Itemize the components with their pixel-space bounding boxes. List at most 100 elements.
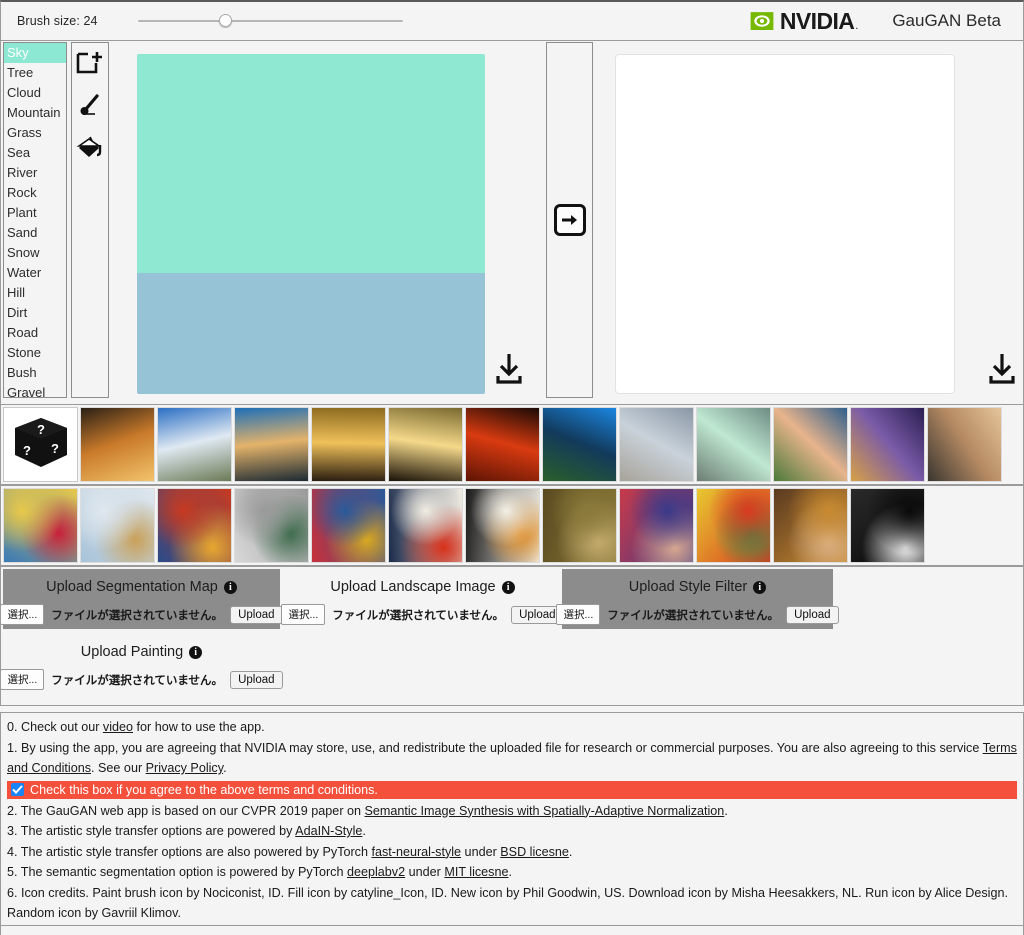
brush-size-slider[interactable]	[137, 11, 403, 31]
terms-line-5-text-c: .	[508, 865, 512, 879]
label-item-mountain[interactable]: Mountain	[4, 103, 66, 123]
terms-line-4-text-b: under	[461, 844, 501, 859]
segmentation-canvas[interactable]	[137, 54, 485, 394]
thumbnail-pink-cumulus-marsh[interactable]	[773, 407, 848, 482]
style-thumbnail-strip[interactable]	[0, 485, 1024, 566]
mit-license-link[interactable]: MIT licesne	[444, 865, 508, 879]
paint-brush-icon[interactable]	[72, 85, 108, 127]
thumbnail-coastal-dusk-teal[interactable]	[234, 407, 309, 482]
upload-segmentation-map-upload-button[interactable]: Upload	[230, 605, 283, 624]
label-item-river[interactable]: River	[4, 163, 66, 183]
output-canvas[interactable]	[615, 54, 955, 394]
random-dice-icon[interactable]: ? ? ?	[3, 407, 78, 482]
label-item-sky[interactable]: Sky	[4, 43, 66, 63]
cvpr-paper-link[interactable]: Semantic Image Synthesis with Spatially-…	[365, 804, 725, 818]
upload-style-filter-choose-file-button[interactable]: 選択...	[556, 604, 601, 625]
segment-sea[interactable]	[137, 273, 485, 394]
thumbnail-sunset-trees-silhouette[interactable]	[80, 407, 155, 482]
thumbnail-blue-fjord-cliff[interactable]	[542, 407, 617, 482]
upload-segmentation-map-title-text: Upload Segmentation Map	[46, 579, 218, 595]
thumbnail-highway-blue-sky-clouds[interactable]	[157, 407, 232, 482]
upload-style-filter-title-text: Upload Style Filter	[628, 579, 748, 595]
label-item-tree[interactable]: Tree	[4, 63, 66, 83]
arrow-right-run-icon[interactable]	[553, 204, 586, 236]
label-item-dirt[interactable]: Dirt	[4, 303, 66, 323]
segmentation-canvas-pane	[129, 42, 541, 400]
bsd-license-link[interactable]: BSD licesne	[500, 845, 569, 859]
label-item-hill[interactable]: Hill	[4, 283, 66, 303]
app-title: GauGAN Beta	[892, 11, 1001, 30]
thumbnail-umbrella-girl-impasto[interactable]	[157, 488, 232, 563]
label-item-snow[interactable]: Snow	[4, 243, 66, 263]
brush-size-label: Brush size: 24	[17, 14, 98, 28]
thumbnail-purple-twilight-lagoon[interactable]	[850, 407, 925, 482]
terms-line-2-text-a: 2. The GauGAN web app is based on our CV…	[7, 803, 365, 818]
thumbnail-pale-orange-sunset-sea[interactable]	[927, 407, 1002, 482]
label-item-stone[interactable]: Stone	[4, 343, 66, 363]
terms-line-2: 2. The GauGAN web app is based on our CV…	[7, 801, 1017, 822]
label-item-cloud[interactable]: Cloud	[4, 83, 66, 103]
download-icon[interactable]	[986, 352, 1018, 391]
download-icon[interactable]	[493, 352, 525, 391]
label-item-grass[interactable]: Grass	[4, 123, 66, 143]
svg-text:?: ?	[23, 443, 31, 458]
thumbnail-golden-sunset-water[interactable]	[311, 407, 386, 482]
info-icon[interactable]: i	[753, 580, 767, 594]
thumbnail-deep-red-sun[interactable]	[465, 407, 540, 482]
label-item-rock[interactable]: Rock	[4, 183, 66, 203]
label-item-sand[interactable]: Sand	[4, 223, 66, 243]
terms-line-2-text-b: .	[724, 803, 728, 818]
upload-painting-upload-button[interactable]: Upload	[230, 670, 283, 689]
upload-style-filter: Upload Style Filter i 選択... ファイルが選択されていません。…	[556, 569, 839, 629]
thumbnail-black-white-streaks[interactable]	[850, 488, 925, 563]
label-item-bush[interactable]: Bush	[4, 363, 66, 383]
thumbnail-pastel-mandala-figure[interactable]	[80, 488, 155, 563]
thumbnail-overcast-grey-shore[interactable]	[619, 407, 694, 482]
thumbnail-green-flare-seascape[interactable]	[696, 407, 771, 482]
new-canvas-icon[interactable]	[72, 43, 108, 85]
nvidia-eye-logo	[750, 12, 774, 30]
adain-style-link[interactable]: AdaIN-Style	[295, 824, 362, 838]
thumbnail-red-hand-minimal[interactable]	[388, 488, 463, 563]
info-icon[interactable]: i	[189, 645, 203, 659]
upload-painting-choose-file-button[interactable]: 選択...	[0, 669, 45, 690]
slider-track[interactable]	[137, 20, 403, 22]
thumbnail-kandinsky-composition[interactable]	[311, 488, 386, 563]
thumbnail-blue-hat-portrait[interactable]	[619, 488, 694, 563]
label-item-plant[interactable]: Plant	[4, 203, 66, 223]
label-item-water[interactable]: Water	[4, 263, 66, 283]
thumbnail-picasso-self-portrait[interactable]	[773, 488, 848, 563]
terms-line-5-text-a: 5. The semantic segmentation option is p…	[7, 865, 347, 879]
terms-line-5-text-b: under	[405, 865, 445, 879]
thumbnail-abstract-circles-folk-art[interactable]	[3, 488, 78, 563]
thumbnail-matisse-interior-nude[interactable]	[696, 488, 771, 563]
terms-line-1: 1. By using the app, you are agreeing th…	[7, 738, 1017, 779]
fill-bucket-icon[interactable]	[72, 127, 108, 169]
label-item-road[interactable]: Road	[4, 323, 66, 343]
agree-checkbox[interactable]	[11, 783, 24, 796]
info-icon[interactable]: i	[223, 580, 237, 594]
terms-line-3-text-b: .	[362, 824, 366, 838]
upload-landscape-image-row: 選択... ファイルが選択されていません。 Upload	[281, 604, 564, 625]
landscape-thumbnail-strip[interactable]: ? ? ?	[0, 404, 1024, 485]
deeplabv2-link[interactable]: deeplabv2	[347, 865, 405, 879]
segment-sky[interactable]	[137, 54, 485, 274]
upload-landscape-image-title: Upload Landscape Image i	[330, 579, 515, 595]
fast-neural-style-link[interactable]: fast-neural-style	[371, 845, 461, 859]
upload-segmentation-map-choose-file-button[interactable]: 選択...	[0, 604, 45, 625]
label-list[interactable]: Sky Tree Cloud Mountain Grass Sea River Rock Pla…	[3, 42, 67, 398]
upload-style-filter-upload-button[interactable]: Upload	[786, 605, 839, 624]
info-icon[interactable]: i	[501, 580, 515, 594]
upload-landscape-image: Upload Landscape Image i 選択... ファイルが選択されていま…	[281, 569, 564, 629]
label-item-gravel[interactable]: Gravel	[4, 383, 66, 397]
thumbnail-beach-sunrise-reflection[interactable]	[388, 407, 463, 482]
upload-landscape-image-choose-file-button[interactable]: 選択...	[281, 604, 326, 625]
thumbnail-cubist-grey-figures[interactable]	[234, 488, 309, 563]
thumbnail-pollock-action-painting[interactable]	[465, 488, 540, 563]
slider-thumb[interactable]	[219, 14, 233, 27]
thumbnail-golden-texture-circle[interactable]	[542, 488, 617, 563]
privacy-policy-link[interactable]: Privacy Policy	[146, 761, 223, 775]
terms-line-4-text-a: 4. The artistic style transfer options a…	[7, 844, 372, 859]
video-link[interactable]: video	[103, 720, 133, 734]
label-item-sea[interactable]: Sea	[4, 143, 66, 163]
